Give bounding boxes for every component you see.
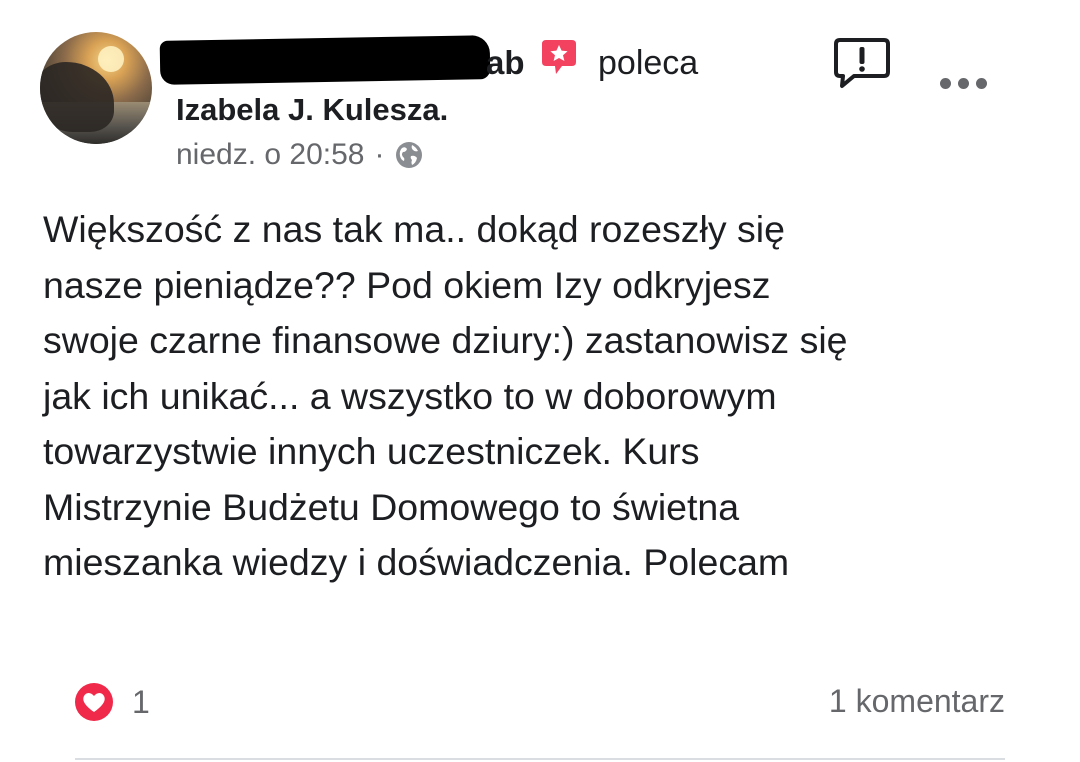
redacted-author-name (159, 35, 491, 85)
avatar-silhouette (40, 62, 114, 132)
author-name-suffix[interactable]: ab (486, 44, 525, 82)
report-icon[interactable] (832, 36, 892, 90)
footer-divider (75, 758, 1005, 760)
author-avatar[interactable] (40, 32, 152, 144)
more-options-icon[interactable] (940, 78, 987, 89)
love-reaction-icon (73, 681, 115, 723)
avatar-sun (98, 46, 124, 72)
post-meta: niedz. o 20:58 · (176, 138, 424, 172)
globe-icon (396, 142, 423, 168)
post-timestamp[interactable]: niedz. o 20:58 (176, 138, 364, 172)
recommended-page-name[interactable]: Izabela J. Kulesza. (176, 92, 448, 128)
reactions-summary[interactable]: 1 (72, 680, 150, 724)
recommend-star-icon (542, 40, 576, 74)
comments-count-link[interactable]: 1 komentarz (829, 683, 1005, 720)
recommend-action-text: poleca (598, 44, 699, 82)
post-body-text: Większość z nas tak ma.. dokąd rozeszły … (43, 208, 848, 583)
reaction-count: 1 (132, 683, 150, 720)
meta-separator: · (374, 138, 385, 171)
